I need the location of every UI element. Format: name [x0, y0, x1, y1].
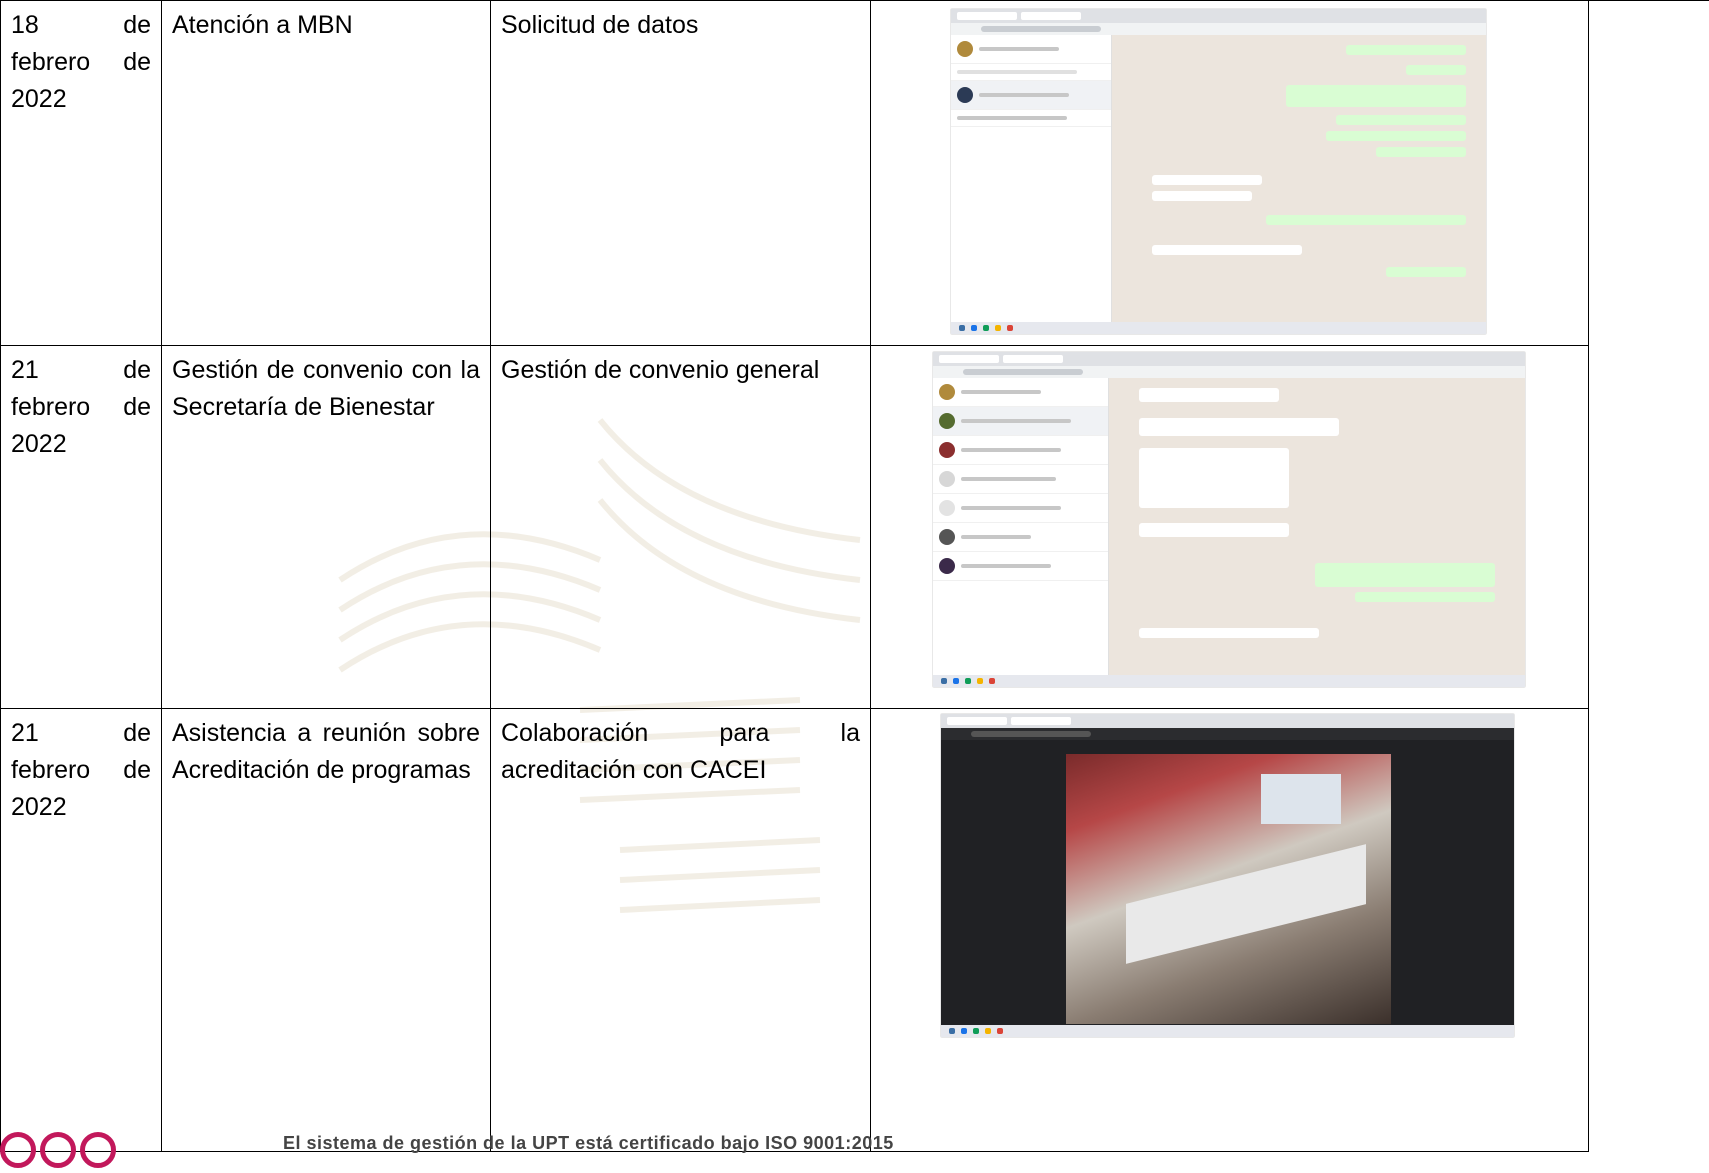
evidence-cell	[870, 345, 1589, 709]
result-cell: Solicitud de datos	[490, 0, 871, 346]
activity-log-table: 18 de febrero de 2022 Atención a MBN Sol…	[0, 0, 1589, 1152]
meeting-video-frame	[1066, 754, 1391, 1024]
whatsapp-screenshot	[933, 352, 1525, 687]
evidence-cell	[870, 708, 1589, 1152]
result-cell: Colaboración para la acreditación con CA…	[490, 708, 871, 1152]
evidence-cell	[870, 0, 1589, 346]
activity-cell: Asistencia a reunión sobre Acreditación …	[161, 708, 491, 1152]
date-cell: 21 de febrero de 2022	[0, 345, 162, 709]
whatsapp-screenshot	[951, 9, 1486, 334]
date-cell: 21 de febrero de 2022	[0, 708, 162, 1152]
table-border-extension	[1538, 0, 1709, 1]
table-row: 18 de febrero de 2022 Atención a MBN Sol…	[0, 0, 1589, 346]
date-cell: 18 de febrero de 2022	[0, 0, 162, 346]
video-meeting-screenshot	[941, 714, 1514, 1037]
activity-cell: Atención a MBN	[161, 0, 491, 346]
table-row: 21 de febrero de 2022 Gestión de conveni…	[0, 345, 1589, 709]
table-row: 21 de febrero de 2022 Asistencia a reuni…	[0, 708, 1589, 1152]
result-cell: Gestión de convenio general	[490, 345, 871, 709]
activity-cell: Gestión de convenio con la Secretaría de…	[161, 345, 491, 709]
footer-logo	[0, 1132, 130, 1168]
